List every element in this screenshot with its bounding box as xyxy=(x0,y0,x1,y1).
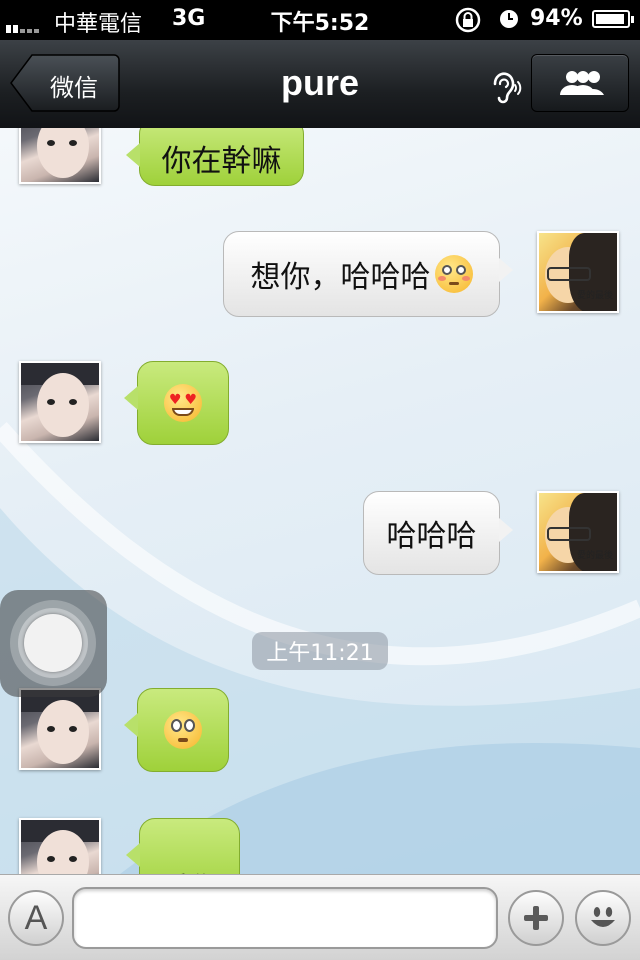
my-avatar[interactable]: 愛的最後 xyxy=(537,231,619,313)
contact-avatar[interactable] xyxy=(19,128,101,184)
nav-bar: 微信 pure xyxy=(0,40,640,129)
plus-icon xyxy=(524,906,548,930)
incoming-message-bubble[interactable]: 你在幹嘛 xyxy=(126,128,304,186)
rolling-eyes-face-emoji xyxy=(164,711,202,749)
avatar-caption: 愛的最後 xyxy=(576,551,613,561)
my-avatar[interactable]: 愛的最後 xyxy=(537,491,619,573)
message-text: 愛你 xyxy=(160,864,220,874)
keyboard-toggle-icon: A xyxy=(24,898,48,937)
incoming-message-bubble[interactable]: ♥ ♥ xyxy=(124,361,229,445)
battery-percent: 94% xyxy=(530,6,583,31)
chat-area[interactable]: 你在幹嘛 想你，哈哈哈 愛的最後 ♥ ♥ 哈哈哈 愛的最後 上午11:21 xyxy=(0,128,640,874)
chat-screen: 中華電信 3G 下午5:52 94% 微信 pure 你在幹嘛 想你，哈哈哈 愛… xyxy=(0,0,640,960)
emoji-icon xyxy=(591,907,615,927)
flushed-face-emoji xyxy=(434,255,473,293)
status-bar: 中華電信 3G 下午5:52 94% xyxy=(0,0,640,40)
contacts-icon xyxy=(560,71,604,95)
outgoing-message-bubble[interactable]: 哈哈哈 xyxy=(363,491,513,575)
rotation-lock-icon xyxy=(455,7,481,33)
emoji-button[interactable] xyxy=(575,890,631,946)
contact-avatar[interactable] xyxy=(19,688,101,770)
avatar-caption: 愛的最後 xyxy=(576,291,613,301)
outgoing-message-bubble[interactable]: 想你，哈哈哈 xyxy=(223,231,513,317)
message-text: 哈哈哈 xyxy=(386,519,477,554)
contact-avatar[interactable] xyxy=(19,361,101,443)
battery-icon xyxy=(592,10,634,28)
assistive-touch-button[interactable] xyxy=(0,590,107,697)
heart-eyes-face-emoji: ♥ ♥ xyxy=(164,384,202,422)
alarm-icon xyxy=(500,10,518,28)
message-text: 想你，哈哈哈 xyxy=(250,260,431,295)
incoming-message-bubble[interactable]: 愛你 xyxy=(126,818,240,874)
contacts-button[interactable] xyxy=(531,54,629,112)
contact-avatar[interactable] xyxy=(19,818,101,874)
incoming-message-bubble[interactable] xyxy=(124,688,229,772)
message-input[interactable] xyxy=(72,887,498,949)
ear-icon[interactable] xyxy=(486,68,522,104)
keyboard-toggle-button[interactable]: A xyxy=(8,890,64,946)
message-text: 你在幹嘛 xyxy=(161,144,282,179)
message-timestamp: 上午11:21 xyxy=(252,632,388,670)
input-bar: A xyxy=(0,874,640,960)
plus-button[interactable] xyxy=(508,890,564,946)
